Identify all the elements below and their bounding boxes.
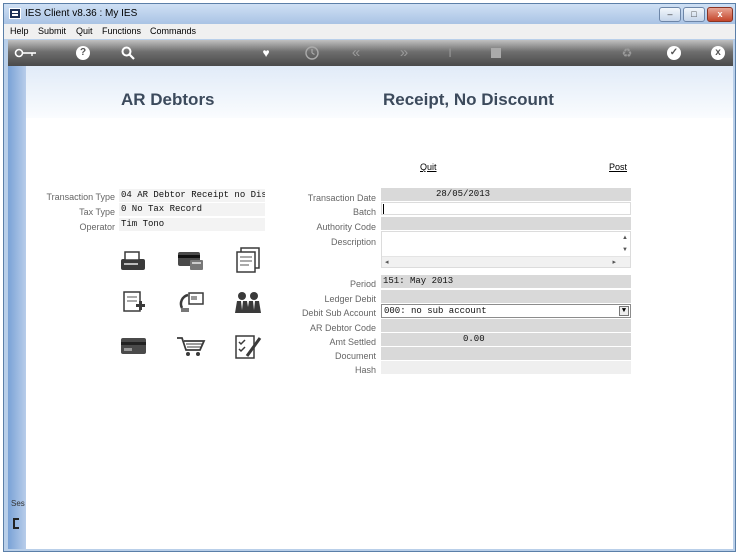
tax-type-value: 0 No Tax Record [119,203,265,216]
form-title: Receipt, No Discount [383,90,554,109]
help-icon[interactable]: ? [76,46,90,60]
clock-icon[interactable] [304,45,320,61]
document-add-icon[interactable] [118,290,148,314]
debit-sub-account-select[interactable]: 000: no sub account ▼ [381,304,631,318]
recycle-icon[interactable]: ♻ [619,45,635,61]
tax-type-label: Tax Type [79,207,115,217]
key-icon[interactable] [14,45,38,61]
session-sidebar: Ses [8,66,26,549]
scroll-left-icon[interactable]: ◂ [385,258,389,266]
description-textarea[interactable]: ▲ ▼ ◂ ▸ [381,231,631,268]
authority-code-field[interactable] [381,217,631,230]
transaction-type-value: 04 AR Debtor Receipt no Disco [119,189,265,202]
quit-link[interactable]: Quit [420,162,437,172]
refresh-document-icon[interactable] [176,290,206,314]
transaction-type-label: Transaction Type [46,192,115,202]
forward-icon[interactable]: » [396,45,412,61]
checklist-edit-icon[interactable] [233,332,263,359]
scroll-right-icon[interactable]: ▸ [612,258,616,266]
period-label: Period [349,279,376,289]
menu-commands[interactable]: Commands [150,26,196,36]
amt-settled-field[interactable]: 0.00 [381,333,631,346]
authority-code-label: Authority Code [316,222,376,232]
ar-debtor-code-field[interactable] [381,319,631,332]
debit-sub-account-label: Debit Sub Account [301,308,376,318]
app-window: IES Client v8.36 : My IES – □ x Help Sub… [3,3,736,552]
transaction-date-field[interactable]: 28/05/2013 [381,188,631,201]
cursor-icon[interactable]: I [442,45,458,61]
description-horizontal-scrollbar[interactable]: ◂ ▸ [382,256,630,267]
transaction-date-label: Transaction Date [307,193,376,203]
menu-bar: Help Submit Quit Functions Commands [4,24,735,39]
stop-icon[interactable] [488,45,504,61]
check-icon[interactable]: ✓ [667,46,681,60]
chevron-down-icon[interactable]: ▼ [619,306,629,316]
ar-debtor-code-label: AR Debtor Code [309,323,376,333]
session-icon[interactable] [13,518,19,529]
amt-settled-label: Amt Settled [329,337,376,347]
batch-input[interactable] [381,202,631,215]
heart-icon[interactable]: ♥ [258,45,274,61]
menu-submit[interactable]: Submit [38,26,66,36]
window-title: IES Client v8.36 : My IES [25,8,138,19]
operator-label: Operator [79,222,115,232]
debit-sub-account-value: 000: no sub account [384,306,487,316]
title-bar: IES Client v8.36 : My IES – □ x [4,4,735,24]
app-icon [9,8,21,19]
menu-help[interactable]: Help [10,26,29,36]
ledger-debit-label: Ledger Debit [324,294,376,304]
operator-value: Tim Tono [119,218,265,231]
period-field[interactable]: 151: May 2013 [381,275,631,288]
menu-functions[interactable]: Functions [102,26,141,36]
hash-label: Hash [354,365,376,375]
session-label: Ses [11,499,25,508]
batch-label: Batch [352,207,376,217]
text-caret [383,204,384,214]
close-icon[interactable]: x [711,46,725,60]
post-link[interactable]: Post [609,162,627,172]
document-field[interactable] [381,347,631,360]
document-stack-icon[interactable] [233,246,263,273]
ledger-debit-field[interactable] [381,290,631,303]
minimize-button[interactable]: – [659,7,681,22]
shopping-cart-icon[interactable] [176,334,206,358]
menu-quit[interactable]: Quit [76,26,93,36]
document-label: Document [334,351,376,361]
search-icon[interactable] [120,45,136,61]
description-vertical-scrollbar[interactable]: ▲ ▼ [620,232,630,256]
back-icon[interactable]: « [348,45,364,61]
credit-card-icon[interactable] [176,248,206,272]
people-icon[interactable] [233,290,263,314]
toolbar: ? ♥ « » I ♻ ✓ x [8,40,733,66]
hash-field[interactable] [381,361,631,374]
close-window-button[interactable]: x [707,7,733,22]
description-label: Description [330,237,376,247]
maximize-button[interactable]: □ [683,7,705,22]
scanner-icon[interactable] [118,248,148,272]
card-icon[interactable] [118,334,148,358]
main-content: Ses AR Debtors Receipt, No Discount Quit… [8,66,733,549]
module-title: AR Debtors [121,90,215,109]
